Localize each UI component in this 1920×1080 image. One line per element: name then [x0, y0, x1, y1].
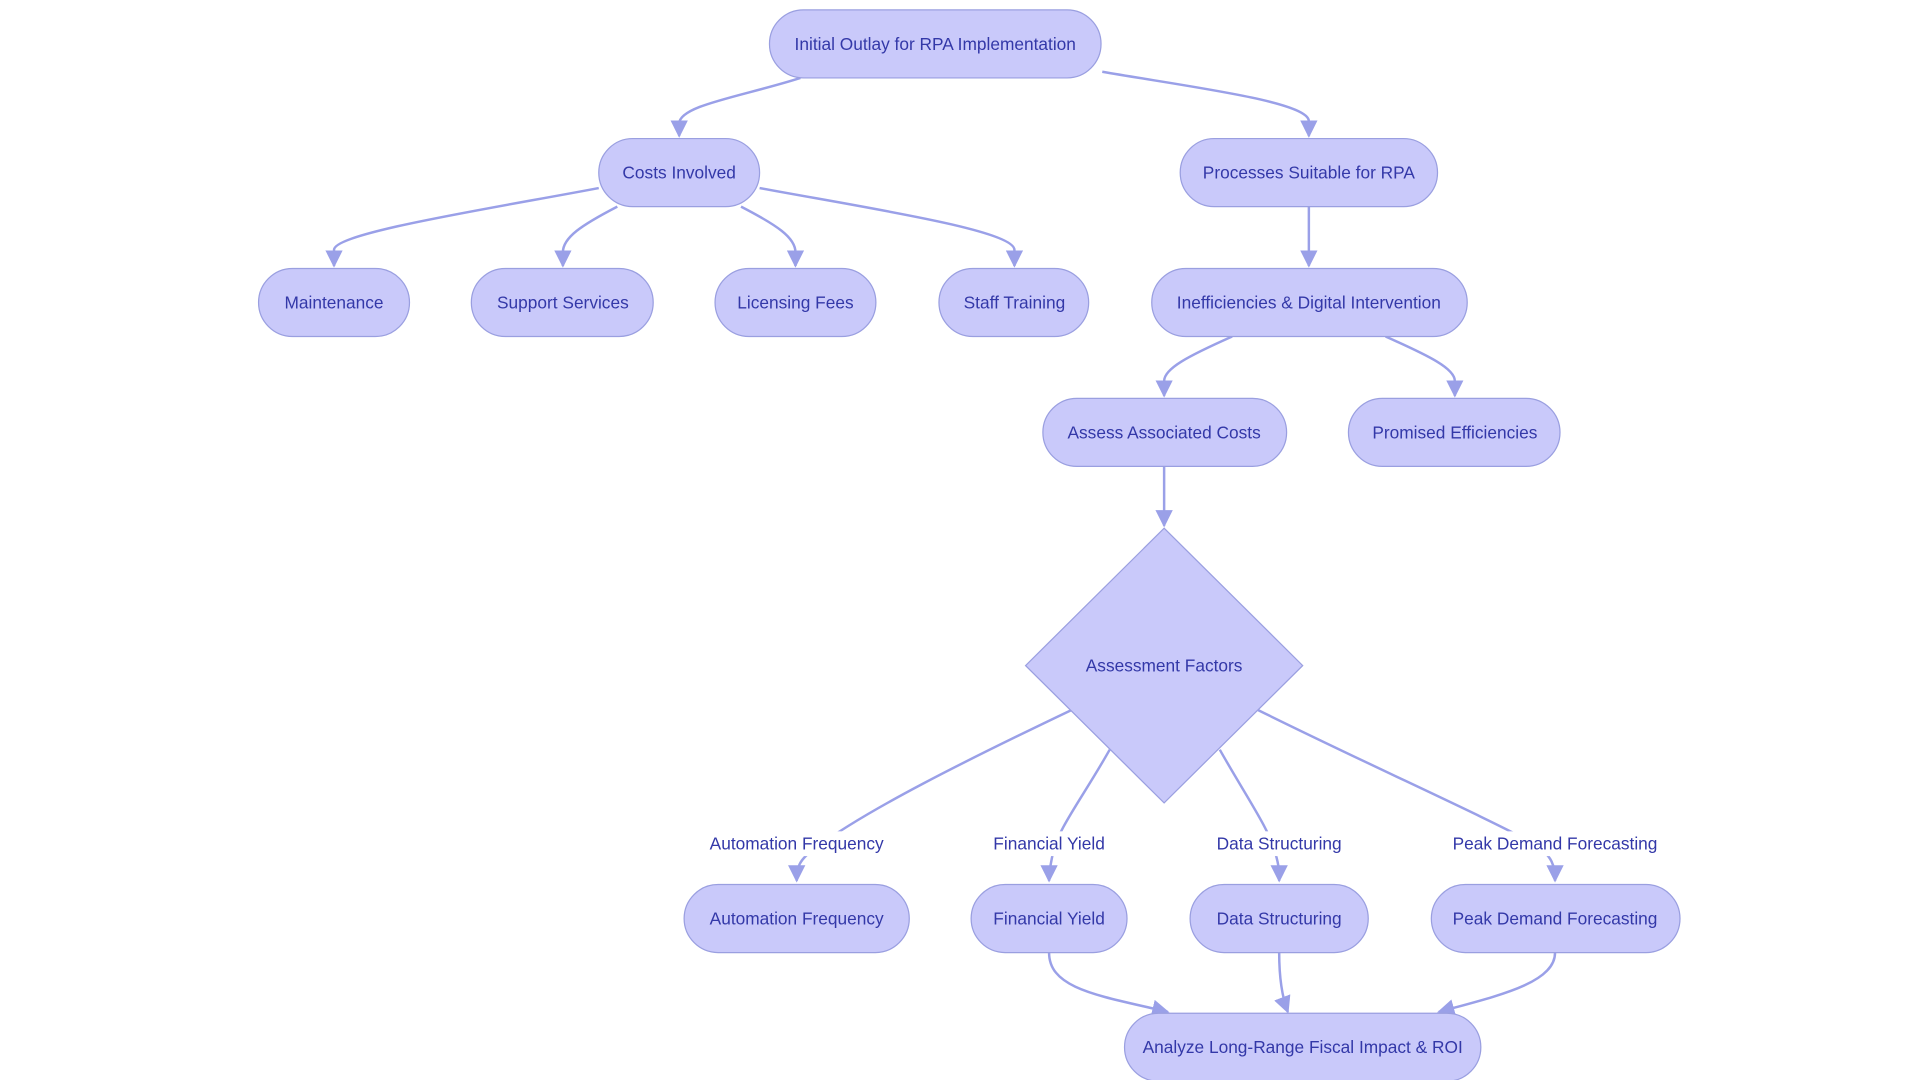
edge-labels: Automation Frequency Financial Yield Dat…: [706, 831, 1658, 857]
edge-inefficiencies-to-promised: [1385, 335, 1464, 398]
node-label: Peak Demand Forecasting: [1453, 909, 1658, 929]
node-label: Maintenance: [284, 292, 383, 312]
node-label: Support Services: [497, 292, 629, 312]
node-financial-yield[interactable]: Financial Yield: [970, 883, 1128, 954]
node-label: Assess Associated Costs: [1068, 422, 1262, 442]
edge-factors-to-yield: [1040, 749, 1111, 883]
edge-costs-to-support: [554, 205, 618, 268]
node-label: Inefficiencies & Digital Intervention: [1177, 292, 1441, 312]
flowchart-canvas: Automation Frequency Financial Yield Dat…: [257, 9, 1681, 1080]
node-promised-efficiencies[interactable]: Promised Efficiencies: [1347, 397, 1561, 468]
node-initial-outlay[interactable]: Initial Outlay for RPA Implementation: [768, 9, 1102, 79]
node-label: Assessment Factors: [1086, 656, 1243, 676]
edge-peak-to-roi: [1437, 952, 1557, 1017]
edge-label-peak-demand: Peak Demand Forecasting: [1453, 834, 1658, 854]
edge-yield-to-roi: [1047, 952, 1170, 1017]
node-label: Analyze Long-Range Fiscal Impact & ROI: [1143, 1037, 1463, 1057]
node-label: Staff Training: [964, 292, 1066, 312]
node-label: Licensing Fees: [737, 292, 854, 312]
node-licensing-fees[interactable]: Licensing Fees: [714, 267, 877, 338]
node-label: Promised Efficiencies: [1372, 422, 1537, 442]
node-assessment-factors[interactable]: Assessment Factors: [1024, 527, 1304, 804]
node-peak-demand[interactable]: Peak Demand Forecasting: [1430, 883, 1681, 954]
edge-costs-to-maintenance: [325, 186, 599, 268]
node-inefficiencies[interactable]: Inefficiencies & Digital Intervention: [1151, 267, 1468, 338]
node-data-structuring[interactable]: Data Structuring: [1189, 883, 1369, 954]
edge-inefficiencies-to-assess: [1155, 335, 1233, 398]
edge-outlay-to-processes: [1102, 70, 1318, 138]
edge-label-automation-frequency: Automation Frequency: [710, 834, 884, 854]
edge-structuring-to-roi: [1274, 952, 1291, 1014]
node-maintenance[interactable]: Maintenance: [257, 267, 411, 338]
node-support-services[interactable]: Support Services: [470, 267, 654, 338]
node-label: Costs Involved: [622, 163, 735, 183]
node-analyze-roi[interactable]: Analyze Long-Range Fiscal Impact & ROI: [1123, 1012, 1482, 1080]
node-label: Financial Yield: [993, 909, 1105, 929]
node-label: Data Structuring: [1217, 909, 1342, 929]
node-staff-training[interactable]: Staff Training: [938, 267, 1090, 338]
edge-costs-to-licensing: [740, 205, 805, 268]
edge-label-data-structuring: Data Structuring: [1217, 834, 1342, 854]
edge-factors-to-structuring: [1218, 749, 1288, 883]
edge-costs-to-training: [759, 186, 1024, 268]
node-costs-involved[interactable]: Costs Involved: [598, 137, 761, 208]
edge-label-financial-yield: Financial Yield: [993, 834, 1105, 854]
node-automation-frequency[interactable]: Automation Frequency: [683, 883, 910, 954]
node-assess-costs[interactable]: Assess Associated Costs: [1042, 397, 1288, 468]
edge-outlay-to-costs: [670, 76, 801, 138]
node-label: Automation Frequency: [710, 909, 884, 929]
node-processes-suitable[interactable]: Processes Suitable for RPA: [1179, 137, 1439, 208]
node-label: Processes Suitable for RPA: [1203, 163, 1416, 183]
node-label: Initial Outlay for RPA Implementation: [795, 34, 1076, 54]
edges: [325, 70, 1564, 1017]
